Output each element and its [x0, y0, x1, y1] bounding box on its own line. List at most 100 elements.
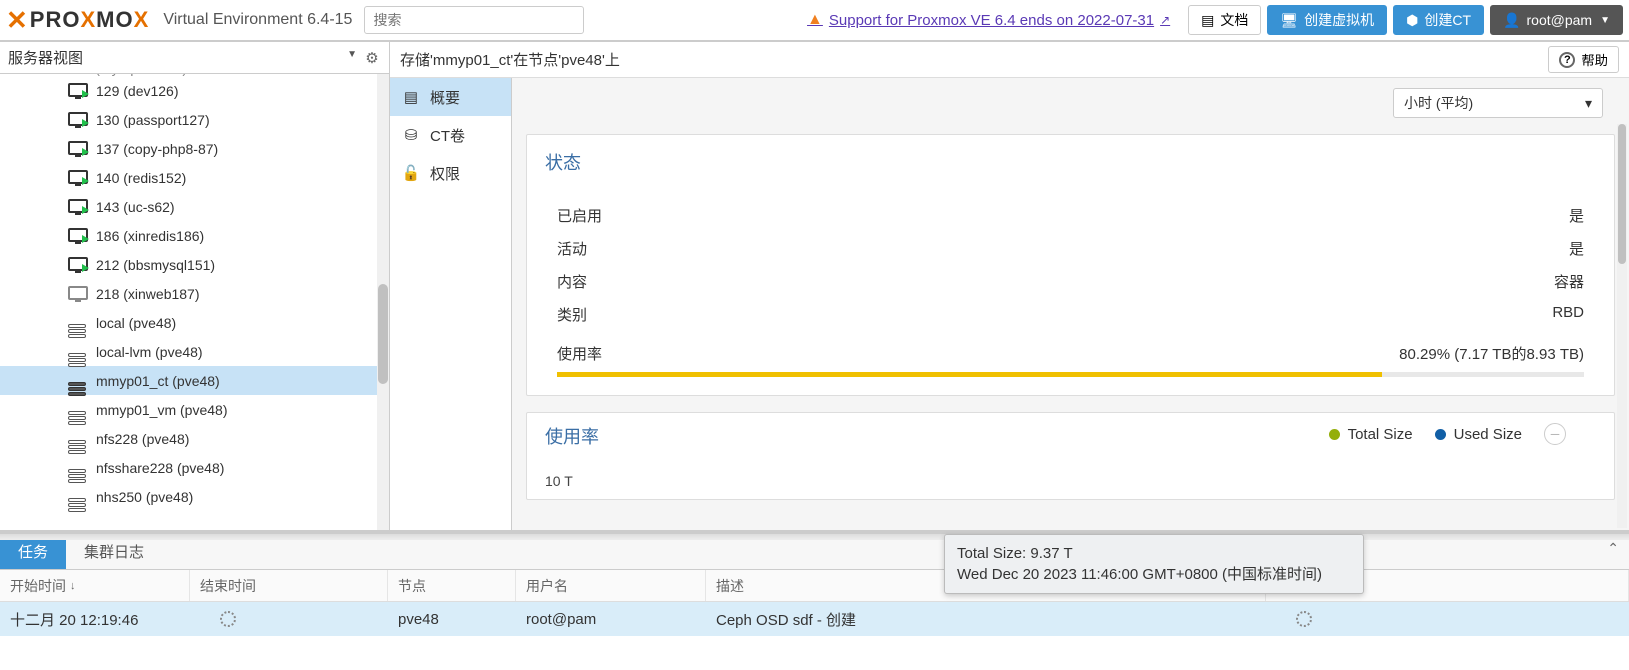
chevron-down-icon: ▾	[1585, 95, 1592, 112]
tree-item-label: 218 (xinweb187)	[96, 286, 200, 302]
sort-down-icon: ↓	[70, 580, 76, 592]
tree-item-label: 129 (dev126)	[96, 83, 179, 99]
storage-icon	[68, 315, 90, 331]
storage-icon	[68, 489, 90, 505]
tree-item-label: local (pve48)	[96, 315, 176, 331]
tree-item[interactable]: 130 (passport127)	[0, 105, 377, 134]
tree-scroll[interactable]: 127 (mysqltest175)129 (dev126)130 (passp…	[0, 74, 389, 530]
subnav-permissions[interactable]: 🔓 权限	[390, 154, 511, 192]
view-selector[interactable]: 服务器视图 ▼ ⚙	[0, 42, 389, 74]
tree-item[interactable]: 186 (xinredis186)	[0, 221, 377, 250]
vm-running-icon	[68, 112, 90, 128]
th-end[interactable]: 结束时间	[190, 570, 388, 601]
tree-item[interactable]: mmyp01_ct (pve48)	[0, 366, 377, 395]
usage-progress	[557, 372, 1584, 377]
chevron-down-icon: ▼	[347, 49, 357, 67]
vm-running-icon	[68, 170, 90, 186]
y-tick-label: 10 T	[545, 473, 1596, 489]
chart-tooltip: Total Size: 9.37 T Wed Dec 20 2023 11:46…	[944, 534, 1364, 594]
tree-item-label: mmyp01_ct (pve48)	[96, 373, 220, 389]
user-icon: 👤	[1503, 12, 1520, 29]
tree-item[interactable]: local (pve48)	[0, 308, 377, 337]
logo-x-icon: ✕	[6, 5, 28, 36]
storage-icon	[68, 373, 90, 389]
chart-settings-icon[interactable]: ─	[1544, 423, 1566, 445]
book-icon: ▤	[1201, 12, 1214, 29]
tree-item[interactable]: nhs250 (pve48)	[0, 482, 377, 511]
tree-panel: 服务器视图 ▼ ⚙ 127 (mysqltest175)129 (dev126)…	[0, 42, 390, 530]
main-panel: 存储'mmyp01_ct'在节点'pve48'上 ? 帮助 ▤ 概要 ⛁ CT卷…	[390, 42, 1629, 530]
status-card: 状态 已启用是 活动是 内容容器 类别RBD 使用率80.29% (7.17 T…	[526, 134, 1615, 396]
tree-item[interactable]: 140 (redis152)	[0, 163, 377, 192]
th-start[interactable]: 开始时间↓	[0, 570, 190, 601]
vm-running-icon	[68, 257, 90, 273]
vm-running-icon	[68, 141, 90, 157]
tree-item[interactable]: local-lvm (pve48)	[0, 337, 377, 366]
tree-item[interactable]: 137 (copy-php8-87)	[0, 134, 377, 163]
user-menu-button[interactable]: 👤 root@pam ▼	[1490, 5, 1623, 35]
warning-icon: ▲	[807, 11, 823, 29]
th-user[interactable]: 用户名	[516, 570, 706, 601]
cube-icon: ⬢	[1406, 12, 1418, 29]
th-node[interactable]: 节点	[388, 570, 516, 601]
create-ct-button[interactable]: ⬢ 创建CT	[1393, 5, 1484, 35]
tree-item[interactable]: mmyp01_vm (pve48)	[0, 395, 377, 424]
external-link-icon: ↗	[1160, 13, 1170, 27]
vm-running-icon	[68, 228, 90, 244]
chevron-down-icon: ▼	[1600, 15, 1610, 26]
tree-item-label: nfs228 (pve48)	[96, 431, 189, 447]
disk-icon: ⛁	[402, 126, 420, 144]
unlock-icon: 🔓	[402, 164, 420, 182]
create-vm-button[interactable]: 🖥 创建虚拟机	[1267, 5, 1387, 35]
tree-item-label: 140 (redis152)	[96, 170, 186, 186]
collapse-icon[interactable]: ⌃	[1607, 540, 1619, 557]
logo: ✕ PROXMOX	[6, 5, 149, 36]
help-button[interactable]: ? 帮助	[1548, 46, 1619, 73]
status-title: 状态	[545, 149, 1596, 175]
usage-chart-card: 使用率 Total Size Used Size ─ 10 T	[526, 412, 1615, 500]
vm-running-icon	[68, 199, 90, 215]
tree-item-label: mmyp01_vm (pve48)	[96, 402, 228, 418]
monitor-icon: 🖥	[1280, 12, 1298, 29]
task-headers: 开始时间↓ 结束时间 节点 用户名 描述 状态	[0, 570, 1629, 602]
book-icon: ▤	[402, 88, 420, 106]
scrollbar[interactable]	[377, 74, 389, 530]
legend-dot-used	[1435, 429, 1446, 440]
tree-item[interactable]: nfs228 (pve48)	[0, 424, 377, 453]
storage-icon	[68, 344, 90, 360]
progress-fill	[557, 372, 1382, 377]
tree-item-label: 137 (copy-php8-87)	[96, 141, 218, 157]
vm-running-icon	[68, 83, 90, 99]
task-row[interactable]: 十二月 20 12:19:46 pve48 root@pam Ceph OSD …	[0, 602, 1629, 636]
storage-icon	[68, 431, 90, 447]
search-input[interactable]	[364, 6, 584, 34]
support-link[interactable]: ▲ Support for Proxmox VE 6.4 ends on 202…	[807, 11, 1170, 29]
vm-stopped-icon	[68, 286, 90, 302]
tree-item-label: nhs250 (pve48)	[96, 489, 193, 505]
spinner-icon	[1296, 611, 1312, 627]
scrollbar-thumb[interactable]	[1618, 124, 1626, 264]
help-icon: ?	[1559, 52, 1575, 68]
storage-icon	[68, 460, 90, 476]
tree-item[interactable]: 143 (uc-s62)	[0, 192, 377, 221]
legend-dot-total	[1329, 429, 1340, 440]
content-header: 存储'mmyp01_ct'在节点'pve48'上 ? 帮助	[390, 42, 1629, 78]
subnav-summary[interactable]: ▤ 概要	[390, 78, 511, 116]
tree-item[interactable]: 218 (xinweb187)	[0, 279, 377, 308]
tree-item-label: 186 (xinredis186)	[96, 228, 204, 244]
tree-item[interactable]: 212 (bbsmysql151)	[0, 250, 377, 279]
chart-legend: Total Size Used Size ─	[1329, 423, 1566, 445]
resize-handle[interactable]	[0, 534, 1629, 540]
storage-icon	[68, 402, 90, 418]
subnav: ▤ 概要 ⛁ CT卷 🔓 权限	[390, 78, 512, 530]
docs-button[interactable]: ▤ 文档	[1188, 5, 1261, 35]
period-select[interactable]: 小时 (平均) ▾	[1393, 88, 1603, 118]
subnav-ctvol[interactable]: ⛁ CT卷	[390, 116, 511, 154]
tree-item[interactable]: nfsshare228 (pve48)	[0, 453, 377, 482]
settings-icon[interactable]: ⚙	[363, 49, 381, 67]
scrollbar-thumb[interactable]	[378, 284, 388, 384]
tree-item[interactable]: 129 (dev126)	[0, 76, 377, 105]
version-label: Virtual Environment 6.4-15	[163, 11, 352, 29]
support-link-text: Support for Proxmox VE 6.4 ends on 2022-…	[829, 12, 1154, 29]
scrollbar[interactable]	[1617, 124, 1627, 528]
